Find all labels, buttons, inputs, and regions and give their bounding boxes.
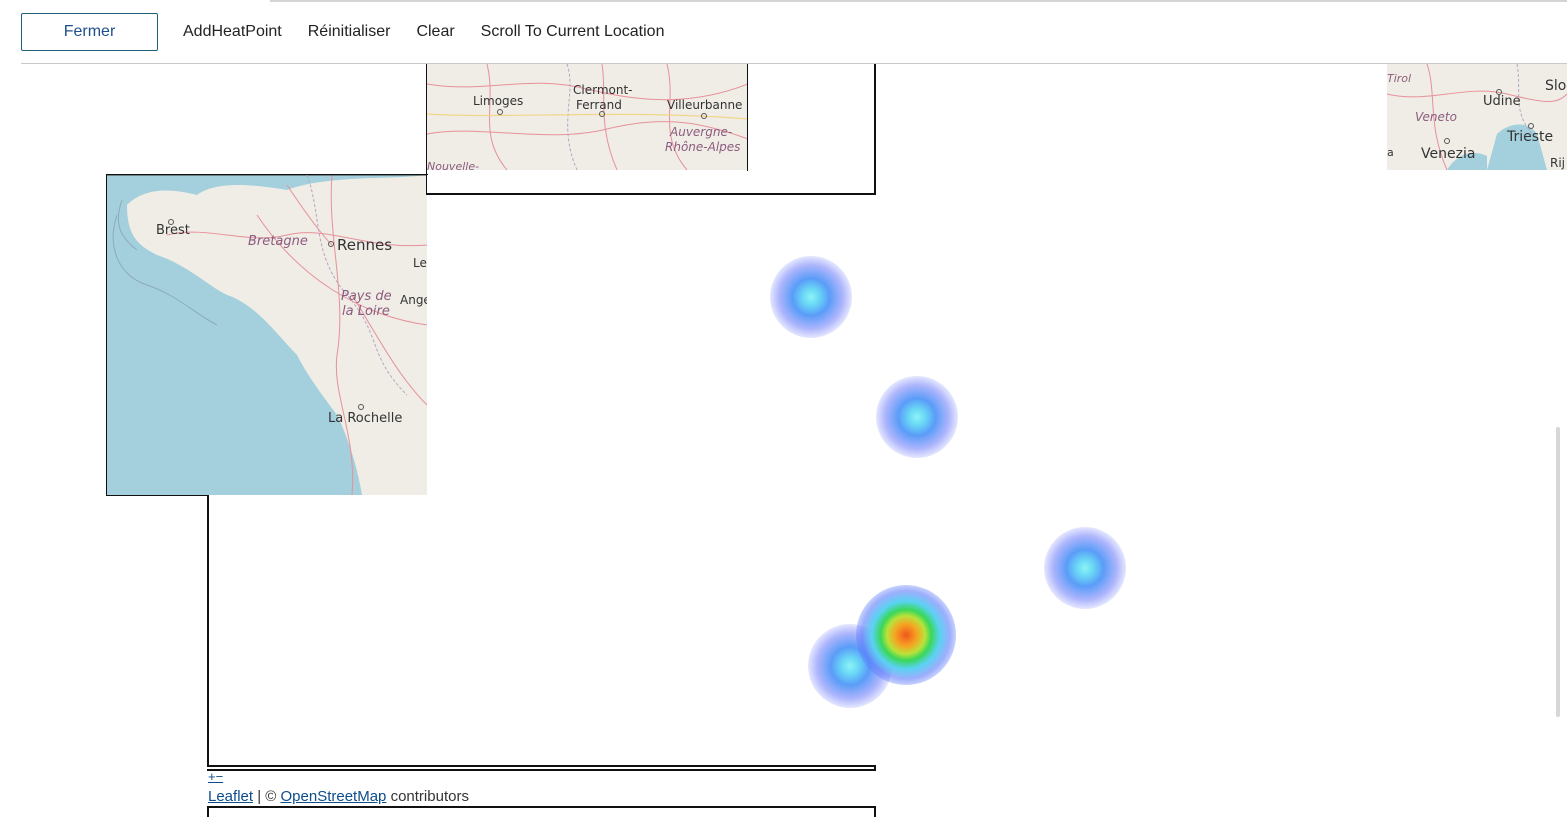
heat-point-hotspot [856,585,956,685]
clear-button[interactable]: Clear [403,23,467,41]
reset-button[interactable]: Réinitialiser [295,23,404,41]
city-label: Venezia [1421,146,1475,162]
region-label: Veneto [1415,110,1457,124]
city-label: Ange [400,293,427,307]
heat-point [1044,527,1126,609]
region-label: Auvergne- [669,125,732,139]
scroll-to-location-button[interactable]: Scroll To Current Location [468,23,678,41]
map-frame [106,174,107,496]
attribution-separator: | © [253,788,281,805]
map-frame [426,64,427,194]
city-label: Rij [1550,156,1565,170]
map-frame [207,769,876,771]
zoom-out-button[interactable]: − [216,769,224,784]
map-frame [106,495,208,496]
zoom-in-button[interactable]: + [208,769,216,784]
city-label: Clermont- [573,83,633,97]
map-frame [207,495,209,767]
region-label: Bretagne [248,234,308,249]
map-frame [106,174,428,175]
city-label: Limoges [473,94,523,108]
attribution-suffix: contributors [386,788,469,805]
map-attribution: Leaflet | © OpenStreetMap contributors [208,788,469,805]
heat-point [808,624,892,708]
region-label: a [1387,146,1394,159]
city-label: Udine [1483,94,1521,109]
map-tile-northeast-italy[interactable]: Tirol Udine Veneto Trieste Venezia Slo R… [1387,64,1567,170]
region-label: Pays de [341,289,392,304]
region-label: Rhône-Alpes [665,140,740,154]
map-frame [207,806,876,808]
openstreetmap-link[interactable]: OpenStreetMap [281,788,387,805]
map-tile-central-france[interactable]: Limoges Clermont- Ferrand Villeurbanne A… [427,64,748,170]
city-label: Le [413,256,427,270]
close-button[interactable]: Fermer [21,13,158,51]
vertical-scrollbar[interactable] [1556,427,1560,717]
toolbar: Fermer AddHeatPoint Réinitialiser Clear … [21,13,678,51]
add-heat-point-button[interactable]: AddHeatPoint [170,23,295,41]
map-frame [426,193,876,195]
city-label: Slo [1545,78,1566,94]
map-frame [207,765,876,767]
heat-point [876,376,958,458]
map-frame [747,64,748,171]
city-label: Villeurbanne [667,98,742,112]
region-label: la Loire [342,304,390,319]
city-label: Rennes [337,236,392,254]
map-frame [207,806,209,817]
city-label: La Rochelle [328,411,402,426]
toolbar-divider [21,63,1567,64]
city-label: Brest [156,223,190,238]
zoom-controls: +− [208,770,223,784]
top-border [270,0,1567,2]
leaflet-link[interactable]: Leaflet [208,788,253,805]
map-tile-western-france[interactable]: Brest Bretagne Rennes Le Pays de la Loir… [107,175,427,495]
region-label: Nouvelle- [427,160,479,170]
region-label: Tirol [1387,72,1411,85]
city-label: Ferrand [576,98,622,112]
heat-point [770,256,852,338]
map-frame [874,806,876,817]
city-label: Trieste [1506,129,1553,145]
map-frame [874,64,876,195]
